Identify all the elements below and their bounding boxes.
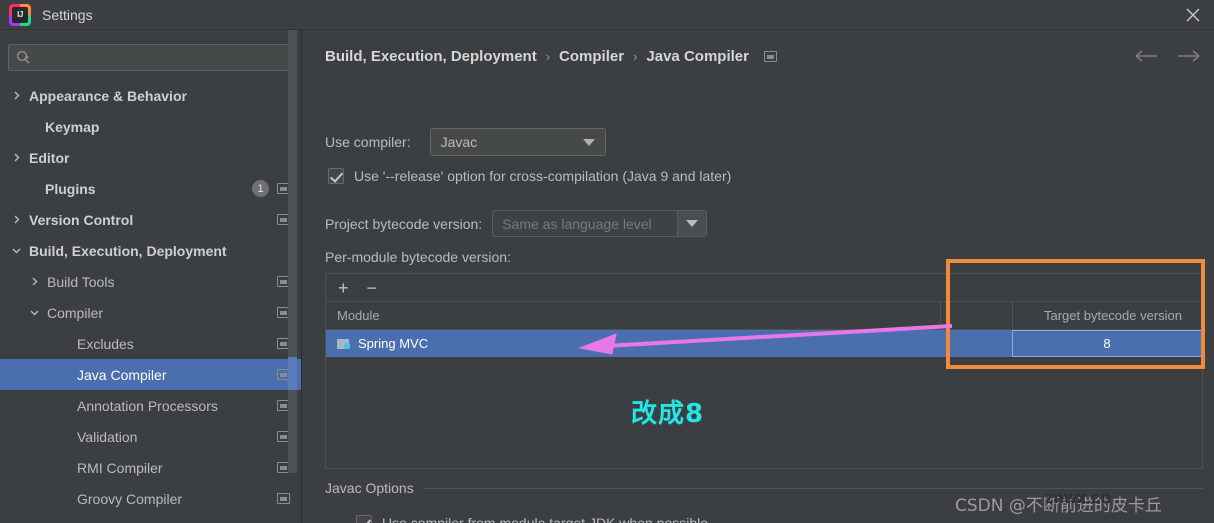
sidebar-item-java-compiler[interactable]: Java Compiler [0,359,301,390]
settings-dialog: IJ Settings Appearance & Behavior Keymap E… [0,0,1214,523]
sidebar-item-annotation-processors[interactable]: Annotation Processors [0,390,301,421]
settings-main-panel: Build, Execution, Deployment › Compiler … [303,30,1214,523]
intellij-idea-logo-icon: IJ [9,3,31,26]
table-toolbar: + − [326,274,1202,302]
use-module-jdk-compiler-row[interactable]: Use compiler from module target JDK when… [356,515,708,523]
sidebar-item-label: Java Compiler [77,366,167,383]
chevron-down-icon[interactable] [26,307,42,318]
sidebar-item-badge: 1 [252,180,269,197]
breadcrumb-item-0[interactable]: Build, Execution, Deployment [325,48,537,65]
module-settings-icon[interactable] [277,493,290,504]
sidebar-item-appearance-behavior[interactable]: Appearance & Behavior [0,80,301,111]
search-input[interactable] [31,50,293,65]
module-icon [337,338,351,350]
column-header-blank [940,302,1012,329]
sidebar-item-keymap[interactable]: Keymap [0,111,301,142]
sidebar-item-label: Plugins [45,180,96,197]
use-compiler-row: Use compiler: Javac [325,128,606,156]
navigation-arrows [1134,48,1202,64]
annotation-note-text: 改成8 [631,399,705,429]
chevron-right-icon[interactable] [26,276,42,287]
chevron-right-icon[interactable] [8,90,24,101]
sidebar-item-label: Keymap [45,118,100,135]
sidebar-scrollbar-track[interactable] [288,30,297,473]
table-header-row: Module Target bytecode version [326,302,1202,330]
per-module-bytecode-label: Per-module bytecode version: [325,249,511,265]
project-bytecode-dropdown[interactable]: Same as language level [492,210,708,237]
sidebar-item-version-control[interactable]: Version Control [0,204,301,235]
sidebar-item-label: Build, Execution, Deployment [29,242,227,259]
settings-tree: Appearance & Behavior Keymap Editor Plugins… [0,80,301,523]
window-title: Settings [42,6,93,23]
sidebar-item-label: RMI Compiler [77,459,163,476]
chevron-down-icon[interactable] [8,245,24,256]
sidebar-item-label: Appearance & Behavior [29,87,187,104]
project-bytecode-label: Project bytecode version: [325,215,483,232]
release-option-checkbox[interactable] [328,168,344,184]
table-row[interactable]: Spring MVC 8 [326,330,1202,357]
sidebar-item-label: Validation [77,428,138,445]
javac-options-section: Javac Options [325,480,1203,496]
close-icon[interactable] [1180,3,1206,27]
sidebar-item-excludes[interactable]: Excludes [0,328,301,359]
column-header-module[interactable]: Module [326,302,940,329]
release-option-row[interactable]: Use '--release' option for cross-compila… [328,168,731,184]
sidebar-item-compiler[interactable]: Compiler [0,297,301,328]
sidebar-item-editor[interactable]: Editor [0,142,301,173]
sidebar-item-build-tools[interactable]: Build Tools [0,266,301,297]
cell-module[interactable]: Spring MVC [326,330,940,357]
sidebar-item-label: Version Control [29,211,134,228]
breadcrumb: Build, Execution, Deployment › Compiler … [325,48,779,65]
release-option-label: Use '--release' option for cross-compila… [354,168,732,184]
chevron-right-icon[interactable] [8,152,24,163]
sidebar-item-build-execution-deployment[interactable]: Build, Execution, Deployment [0,235,301,266]
module-settings-icon[interactable] [763,51,777,62]
sidebar-item-label: Compiler [47,304,104,321]
chevron-down-icon [686,220,699,227]
sidebar-item-label: Editor [29,149,70,166]
sidebar-item-plugins[interactable]: Plugins 1 [0,173,301,204]
sidebar-item-label: Build Tools [47,273,115,290]
column-header-target-bytecode-version[interactable]: Target bytecode version [1012,302,1202,329]
add-module-button[interactable]: + [338,279,349,297]
cell-target-bytecode-version[interactable]: 8 [1012,330,1202,357]
arrow-left-icon[interactable] [1134,48,1160,64]
use-module-jdk-compiler-checkbox[interactable] [356,515,372,523]
title-bar: IJ Settings [0,0,1214,30]
sidebar-item-validation[interactable]: Validation [0,421,301,452]
cell-blank [940,330,1012,357]
sidebar-item-label: Groovy Compiler [77,490,183,507]
project-bytecode-dropdown-button[interactable] [677,211,707,236]
sidebar-item-rmi-compiler[interactable]: RMI Compiler [0,452,301,483]
per-module-bytecode-table: + − Module Target bytecode version Sprin… [325,273,1203,469]
section-divider [423,487,1203,489]
logo-monogram: IJ [12,6,28,23]
search-icon [16,50,31,65]
use-compiler-label: Use compiler: [325,134,411,150]
use-compiler-dropdown[interactable]: Javac [429,128,606,156]
javac-options-title: Javac Options [325,480,414,496]
sidebar-item-label: Annotation Processors [77,397,218,414]
search-field[interactable] [8,44,294,71]
module-name: Spring MVC [358,336,429,351]
chevron-right-icon[interactable] [8,214,24,225]
breadcrumb-separator-0: › [545,49,551,64]
breadcrumb-separator-1: › [633,49,638,64]
use-module-jdk-compiler-label: Use compiler from module target JDK when… [382,515,709,523]
breadcrumb-item-1[interactable]: Compiler [559,48,624,65]
sidebar-scrollbar-thumb[interactable] [288,357,297,390]
sidebar-item-groovy-compiler[interactable]: Groovy Compiler [0,483,301,514]
project-bytecode-value: Same as language level [502,215,652,232]
breadcrumb-item-2[interactable]: Java Compiler [646,48,749,65]
table-body: Spring MVC 8 [326,330,1202,468]
chevron-down-icon [582,138,595,146]
use-compiler-value: Javac [440,134,478,150]
project-bytecode-row: Project bytecode version: Same as langua… [325,210,708,237]
remove-module-button[interactable]: − [367,279,378,297]
sidebar-item-label: Excludes [77,335,134,352]
settings-sidebar: Appearance & Behavior Keymap Editor Plugins… [0,30,302,523]
arrow-right-icon[interactable] [1176,48,1202,64]
